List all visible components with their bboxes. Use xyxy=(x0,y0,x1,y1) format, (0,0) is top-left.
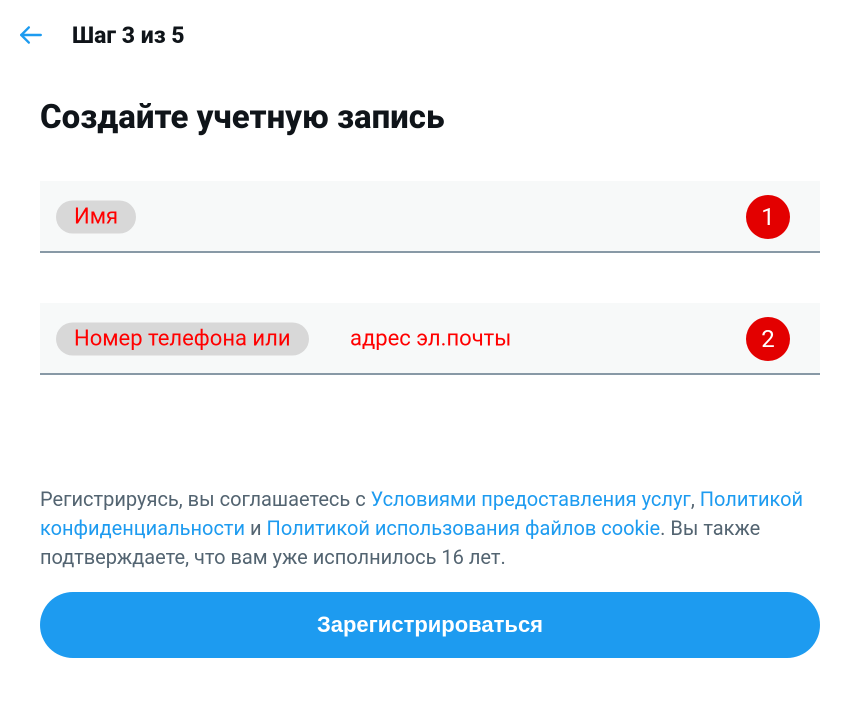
disclaimer-sep1: , xyxy=(691,487,700,511)
content: Создайте учетную запись Имя 1 Номер теле… xyxy=(0,98,860,658)
contact-input[interactable] xyxy=(40,303,820,375)
register-button[interactable]: Зарегистрироваться xyxy=(40,592,820,658)
disclaimer-text: Регистрируясь, вы соглашаетесь с Условия… xyxy=(40,485,820,572)
disclaimer-start: Регистрируясь, вы соглашаетесь с xyxy=(40,487,371,511)
name-input[interactable] xyxy=(40,181,820,253)
annotation-badge-2: 2 xyxy=(746,317,790,361)
page-title: Создайте учетную запись xyxy=(40,98,820,137)
disclaimer-sep2: и xyxy=(245,516,266,540)
cookie-link[interactable]: Политикой использования файлов cookie xyxy=(267,516,661,540)
header: Шаг 3 из 5 xyxy=(0,0,860,70)
terms-link[interactable]: Условиями предоставления услуг xyxy=(371,487,691,511)
name-input-row: Имя 1 xyxy=(40,181,820,253)
annotation-badge-1: 1 xyxy=(746,195,790,239)
back-arrow-icon[interactable] xyxy=(14,18,48,52)
step-indicator: Шаг 3 из 5 xyxy=(72,22,185,49)
contact-input-row: Номер телефона или адрес эл.почты 2 xyxy=(40,303,820,375)
